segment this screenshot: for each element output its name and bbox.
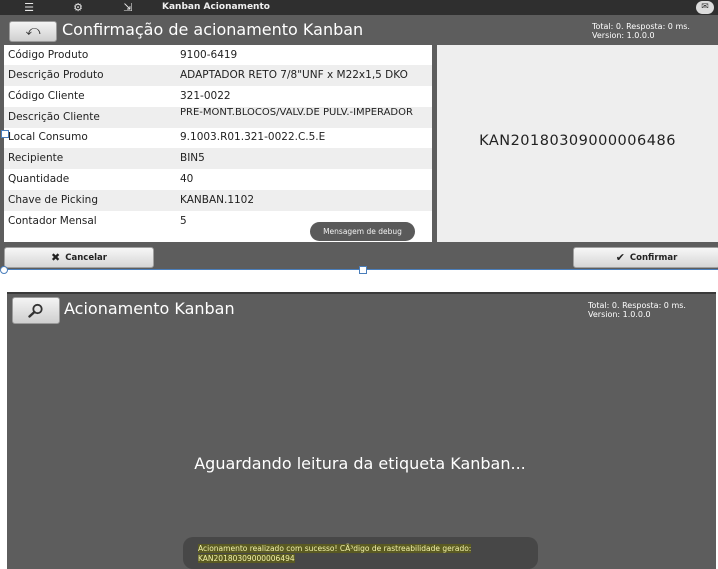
confirm-label: Confirmar bbox=[629, 253, 678, 263]
app-title: Kanban Acionamento bbox=[162, 2, 270, 12]
menu-icon[interactable]: ☰ bbox=[18, 1, 40, 14]
table-row: Recipiente BIN5 bbox=[4, 148, 432, 169]
row-label: Quantidade bbox=[8, 173, 70, 185]
table-row: Descrição Cliente PRE-MONT.BLOCOS/VALV.D… bbox=[4, 107, 432, 128]
toast-line-1: Acionamento realizado com sucesso! CÃ³di… bbox=[198, 544, 472, 553]
waiting-message: Aguardando leitura da etiqueta Kanban... bbox=[194, 454, 526, 473]
chat-icon[interactable]: ✉ bbox=[696, 1, 714, 14]
action-footer: ✖ Cancelar ✔ Confirmar bbox=[0, 242, 718, 269]
kanban-code: KAN20180309000006486 bbox=[479, 133, 676, 149]
cancel-button[interactable]: ✖ Cancelar bbox=[4, 247, 154, 268]
status-total: Total: 0. Resposta: 0 ms. bbox=[588, 301, 686, 310]
row-label: Chave de Picking bbox=[8, 194, 99, 206]
row-label: Código Produto bbox=[8, 49, 89, 61]
resize-handle[interactable] bbox=[0, 266, 8, 274]
row-label: Descrição Cliente bbox=[8, 111, 100, 123]
row-value: ADAPTADOR RETO 7/8"UNF x M22x1,5 DKO bbox=[180, 69, 408, 81]
confirmation-body: Código Produto 9100-6419 Descrição Produ… bbox=[0, 45, 718, 242]
toast-line-2: KAN20180309000006494 bbox=[198, 554, 295, 563]
table-row: Quantidade 40 bbox=[4, 169, 432, 190]
row-value: 321-0022 bbox=[180, 90, 231, 102]
page-title: Acionamento Kanban bbox=[64, 299, 235, 318]
status-total: Total: 0. Resposta: 0 ms. bbox=[592, 22, 690, 31]
close-icon: ✖ bbox=[51, 251, 61, 264]
row-value: 40 bbox=[180, 173, 194, 185]
table-row: Chave de Picking KANBAN.1102 bbox=[4, 190, 432, 211]
row-label: Descrição Produto bbox=[8, 69, 104, 81]
check-icon: ✔ bbox=[615, 251, 625, 264]
resize-handle[interactable] bbox=[359, 266, 367, 274]
row-value: PRE-MONT.BLOCOS/VALV.DE PULV.-IMPERADOR bbox=[180, 107, 413, 118]
table-row: Código Produto 9100-6419 bbox=[4, 45, 432, 66]
row-label: Contador Mensal bbox=[8, 215, 97, 227]
row-value: KANBAN.1102 bbox=[180, 194, 255, 206]
status-info: Total: 0. Resposta: 0 ms. Version: 1.0.0… bbox=[592, 22, 690, 40]
row-label: Local Consumo bbox=[8, 131, 88, 143]
table-row: Local Consumo 9.1003.R01.321-0022.C.5.E bbox=[4, 127, 432, 148]
row-value: BIN5 bbox=[180, 152, 205, 164]
debug-message-button[interactable]: Mensagem de debug bbox=[310, 222, 415, 241]
search-icon bbox=[28, 303, 43, 318]
row-label: Código Cliente bbox=[8, 90, 85, 102]
back-arrow-icon: ⤺ bbox=[25, 23, 41, 39]
status-version: Version: 1.0.0.0 bbox=[592, 31, 655, 40]
row-value: 9.1003.R01.321-0022.C.5.E bbox=[180, 131, 326, 143]
status-version: Version: 1.0.0.0 bbox=[588, 310, 651, 319]
confirmation-header: ⤺ Confirmação de acionamento Kanban Tota… bbox=[0, 15, 718, 45]
confirm-button[interactable]: ✔ Confirmar bbox=[573, 247, 718, 268]
detail-table: Código Produto 9100-6419 Descrição Produ… bbox=[4, 45, 432, 242]
table-row: Descrição Produto ADAPTADOR RETO 7/8"UNF… bbox=[4, 65, 432, 86]
table-row: Código Cliente 321-0022 bbox=[4, 86, 432, 107]
status-info: Total: 0. Resposta: 0 ms. Version: 1.0.0… bbox=[588, 301, 686, 319]
resize-handle[interactable] bbox=[1, 130, 9, 138]
search-button[interactable] bbox=[12, 297, 60, 324]
row-value: 9100-6419 bbox=[180, 49, 238, 61]
acionamento-screen: Acionamento Kanban Total: 0. Resposta: 0… bbox=[7, 292, 716, 569]
app-top-bar: ☰ ⚙ ⇲ Kanban Acionamento ✉ bbox=[0, 0, 718, 15]
page-title: Confirmação de acionamento Kanban bbox=[62, 20, 364, 39]
row-value: 5 bbox=[180, 215, 187, 227]
toast-message: Acionamento realizado com sucesso! CÃ³di… bbox=[198, 544, 498, 564]
success-toast: Acionamento realizado com sucesso! CÃ³di… bbox=[183, 537, 538, 569]
kanban-code-panel: KAN20180309000006486 bbox=[437, 45, 718, 242]
exit-icon[interactable]: ⇲ bbox=[117, 1, 139, 14]
back-button[interactable]: ⤺ bbox=[9, 21, 57, 42]
confirmation-screen: ☰ ⚙ ⇲ Kanban Acionamento ✉ ⤺ Confirmação… bbox=[0, 0, 718, 274]
cancel-label: Cancelar bbox=[65, 253, 107, 263]
row-label: Recipiente bbox=[8, 152, 64, 164]
gear-icon[interactable]: ⚙ bbox=[67, 1, 89, 14]
